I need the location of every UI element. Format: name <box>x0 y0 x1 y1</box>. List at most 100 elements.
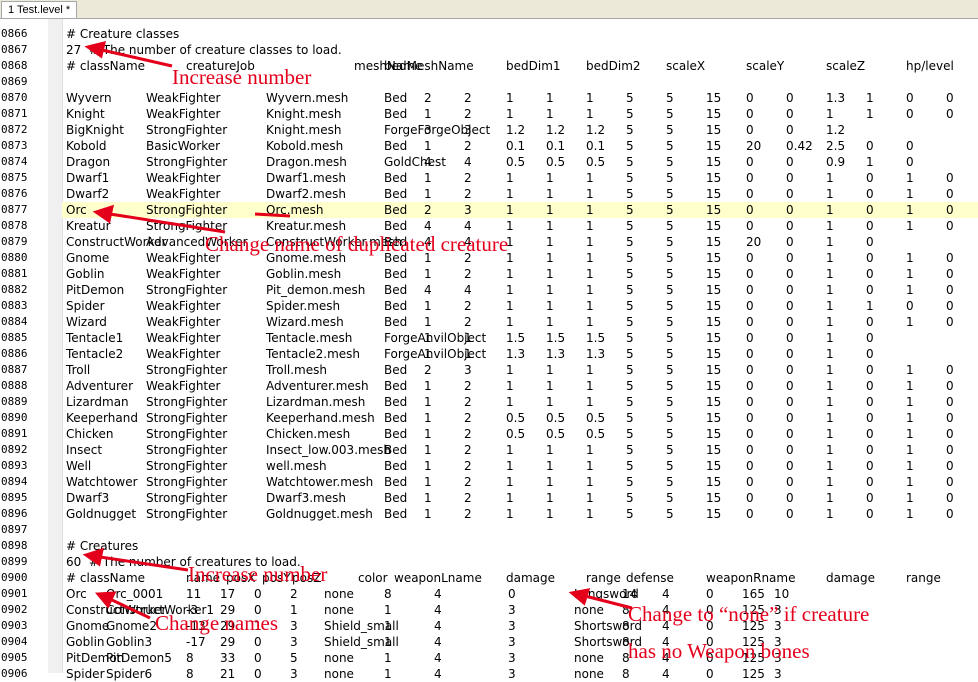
code-token: range <box>586 571 621 585</box>
code-token: 1 <box>546 395 554 409</box>
code-token: 0 <box>746 443 754 457</box>
code-token: 3 <box>508 603 516 617</box>
code-token: 0 <box>906 139 914 153</box>
code-token: Spider6 <box>106 667 153 681</box>
code-token: WeakFighter <box>146 379 221 393</box>
code-token: 0 <box>786 443 794 457</box>
code-token: Adventurer <box>66 379 134 393</box>
code-token: Troll <box>66 363 91 377</box>
code-token: 5 <box>626 187 634 201</box>
code-token: 0 <box>786 491 794 505</box>
code-token: 5 <box>666 123 674 137</box>
code-token: Knight.mesh <box>266 107 342 121</box>
code-line[interactable]: Orc StrongFighter Orc.mesh Bed 2 3 1 1 1 5 5 15 0 0 1 0… <box>62 202 978 218</box>
annotation-change-names: Change names <box>155 611 279 635</box>
code-token: 3 <box>508 667 516 681</box>
code-token: 3 <box>290 667 298 681</box>
code-token: 1 <box>424 427 432 441</box>
code-token: Knight <box>66 107 105 121</box>
code-token: Dragon.mesh <box>266 155 347 169</box>
code-token: 5 <box>626 443 634 457</box>
code-token: Lizardman <box>66 395 129 409</box>
code-token: 1 <box>546 91 554 105</box>
code-token: Bed <box>384 107 408 121</box>
code-token: Bed <box>384 363 408 377</box>
code-token: 1 <box>424 171 432 185</box>
code-token: 3 <box>508 635 516 649</box>
annotation-increase-number: Increase number <box>172 65 312 89</box>
code-token: 1 <box>906 411 914 425</box>
code-token: 15 <box>706 299 722 313</box>
code-token: 0 <box>786 507 794 521</box>
code-token: 1 <box>906 395 914 409</box>
code-token: 1 <box>826 443 834 457</box>
code-token: 20 <box>746 235 762 249</box>
code-token: 0 <box>786 203 794 217</box>
code-token: 0.1 <box>586 139 606 153</box>
code-token: 1 <box>826 459 834 473</box>
code-token: StrongFighter <box>146 427 228 441</box>
line-number: 0892 <box>1 443 28 456</box>
code-token: 1 <box>826 363 834 377</box>
code-token: 0 <box>866 139 874 153</box>
code-token: 1.3 <box>586 347 606 361</box>
code-token: 8 <box>186 667 194 681</box>
code-token: 0 <box>786 427 794 441</box>
code-token: # className <box>66 59 146 73</box>
code-token: 1 <box>826 187 834 201</box>
line-number: 0873 <box>1 139 28 152</box>
code-token: 0 <box>866 363 874 377</box>
code-token: Orc <box>66 203 87 217</box>
code-token: Goldnugget <box>66 507 137 521</box>
code-token: 5 <box>626 171 634 185</box>
code-token: 5 <box>666 331 674 345</box>
code-token: 5 <box>666 91 674 105</box>
code-token: 4 <box>434 667 442 681</box>
code-token: WeakFighter <box>146 299 221 313</box>
code-token: Bed <box>384 171 408 185</box>
code-token: bedDim1 <box>506 59 561 73</box>
line-number: 0901 <box>1 587 28 600</box>
line-number: 0878 <box>1 219 28 232</box>
code-token: Dwarf1 <box>66 171 110 185</box>
code-token: 1 <box>906 443 914 457</box>
code-token: 1 <box>464 347 472 361</box>
annotation-change-duplicate-name: Change name of duplicated creature <box>205 232 509 256</box>
code-token: 2 <box>464 267 472 281</box>
code-token: 2 <box>464 379 472 393</box>
code-token: 1 <box>424 347 432 361</box>
code-token: 1 <box>384 619 392 633</box>
code-token: Insect_low.003.mesh <box>266 443 391 457</box>
code-token: Orc <box>66 587 87 601</box>
code-token: 1.2 <box>826 123 846 137</box>
code-token: 0 <box>946 363 954 377</box>
code-token: BigKnight <box>66 123 124 137</box>
code-token: StrongFighter <box>146 507 228 521</box>
code-token: Bed <box>384 427 408 441</box>
code-token: 3 <box>424 123 432 137</box>
code-token: 0 <box>746 171 754 185</box>
tab-bar: 1 Test.level * <box>0 0 978 19</box>
code-token: 15 <box>706 107 722 121</box>
code-token: 1 <box>826 203 834 217</box>
tab-test-level[interactable]: 1 Test.level * <box>1 1 78 18</box>
code-token: 0 <box>946 411 954 425</box>
code-token: 4 <box>424 155 432 169</box>
code-token: 0 <box>786 155 794 169</box>
code-token: 0 <box>254 635 262 649</box>
code-token: 5 <box>626 267 634 281</box>
code-token: ForgeForgeObject <box>384 123 491 137</box>
line-number: 0886 <box>1 347 28 360</box>
code-token: hp/level <box>906 59 954 73</box>
code-token: Tentacle2.mesh <box>266 347 361 361</box>
code-token: Wyvern <box>66 91 112 105</box>
code-token: 0 <box>866 331 874 345</box>
code-token: 1.3 <box>546 347 566 361</box>
code-token: 1 <box>826 331 834 345</box>
code-token: 5 <box>666 427 674 441</box>
code-token: 1 <box>546 459 554 473</box>
code-token: 3 <box>508 651 516 665</box>
code-token: Gnome <box>66 619 110 633</box>
code-token: 0 <box>786 363 794 377</box>
line-number: 0867 <box>1 43 28 56</box>
